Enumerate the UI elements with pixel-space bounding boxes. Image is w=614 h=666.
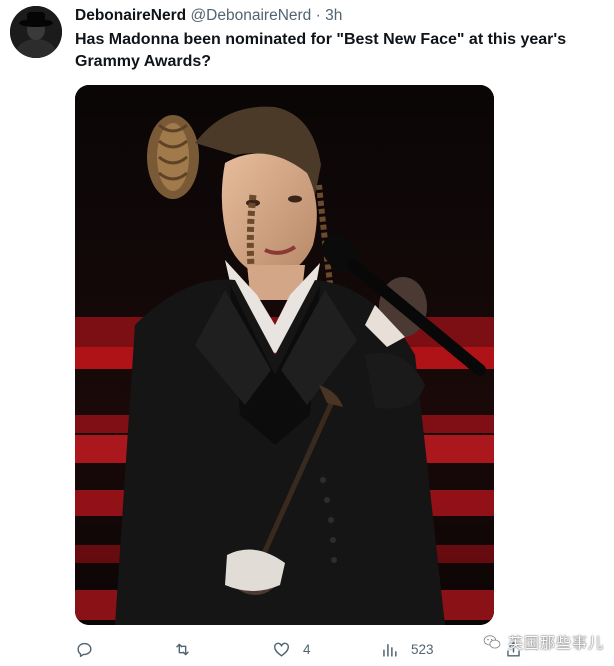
views-count: 523 [411,641,434,657]
retweet-button[interactable] [173,636,192,662]
reply-icon [77,642,92,657]
tweet-text: Has Madonna been nominated for "Best New… [75,31,567,70]
retweet-icon [176,643,189,655]
photo-illustration [75,85,494,625]
avatar[interactable] [10,6,62,58]
watermark-text: 英国那些事儿 [507,634,604,652]
like-count: 4 [303,641,311,657]
avatar-image [10,6,62,58]
wechat-icon [483,635,501,649]
tweet-header: DebonaireNerd @DebonaireNerd · 3h [75,6,342,26]
tweet-media-photo[interactable] [75,85,494,625]
views-icon [383,643,397,657]
like-button[interactable]: 4 [272,636,311,662]
tweet-timestamp[interactable]: 3h [325,7,342,24]
watermark: 英国那些事儿 [482,628,604,656]
heart-icon [274,642,289,657]
views-button[interactable]: 523 [380,636,434,662]
author-name[interactable]: DebonaireNerd [75,7,186,24]
reply-button[interactable] [75,636,94,662]
author-handle[interactable]: @DebonaireNerd [190,7,311,24]
header-separator: · [315,7,321,24]
